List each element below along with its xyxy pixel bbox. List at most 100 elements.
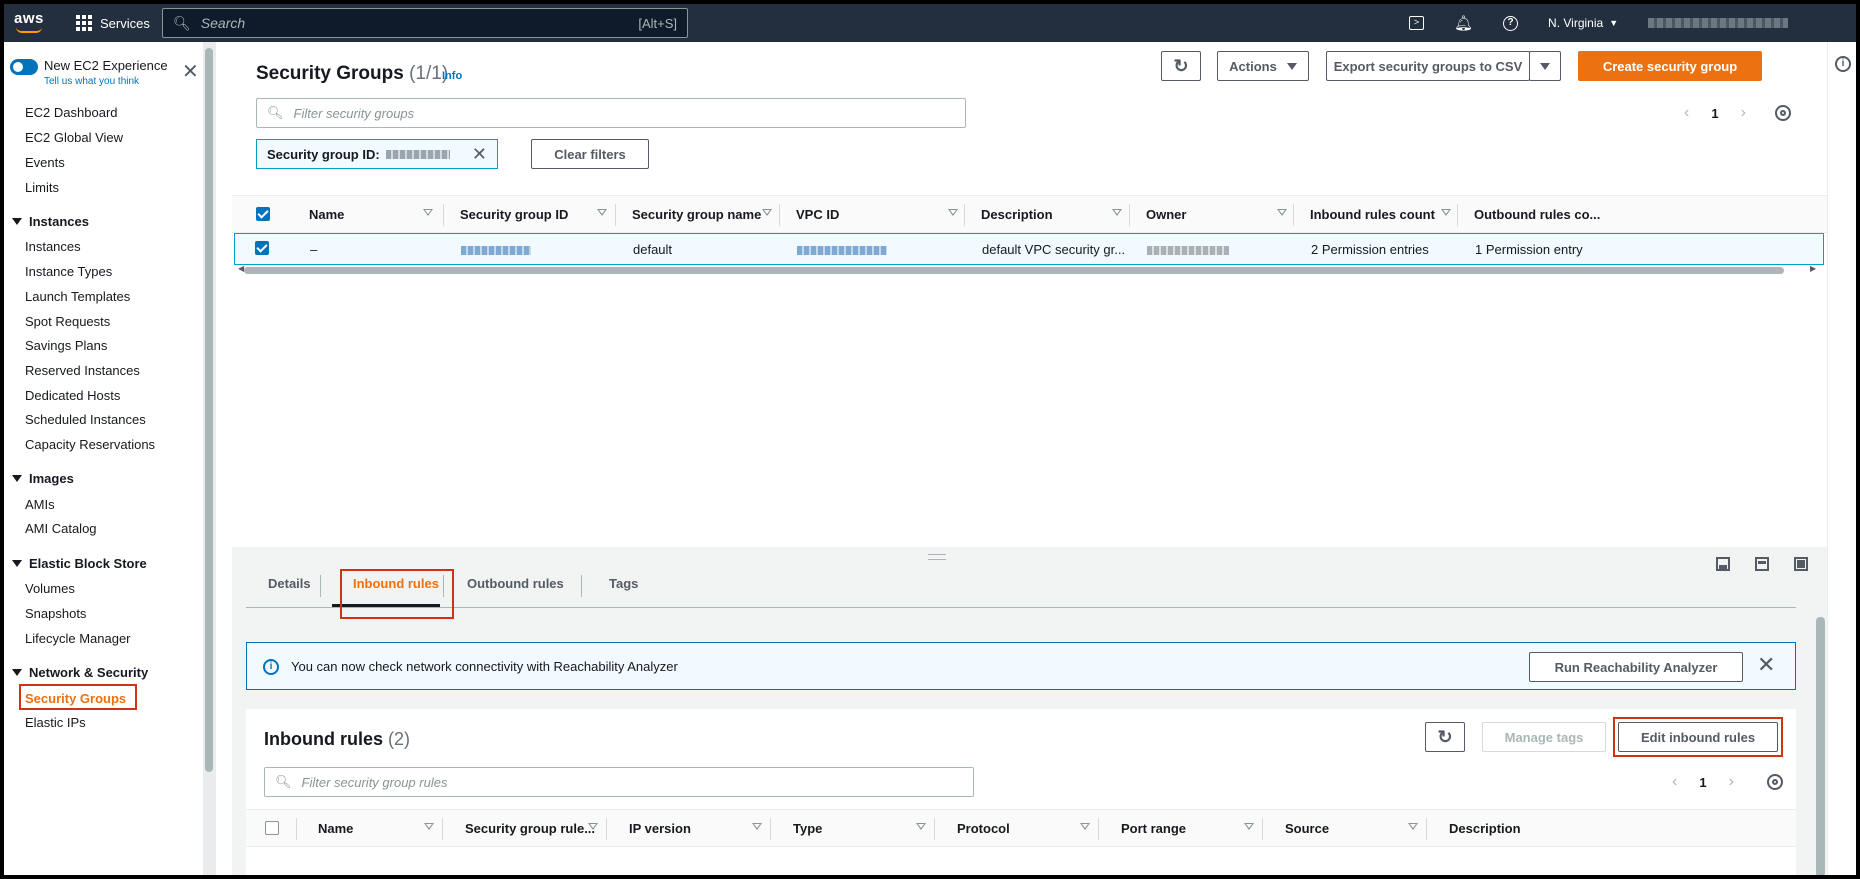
sidebar-item-spot-requests[interactable]: Spot Requests [25, 314, 110, 329]
sidebar-section-instances[interactable]: Instances [12, 214, 89, 229]
new-experience-toggle[interactable] [10, 59, 38, 75]
sidebar-scrollbar[interactable] [203, 42, 215, 875]
column-header-source[interactable]: Source [1285, 821, 1329, 836]
chevron-right-icon[interactable]: › [1729, 773, 1734, 791]
split-full-view-icon[interactable] [1794, 557, 1808, 571]
column-header-vpc-id[interactable]: VPC ID [796, 207, 839, 222]
sidebar-section-elastic-block-store[interactable]: Elastic Block Store [12, 556, 147, 571]
help-icon[interactable]: ? [1503, 15, 1519, 31]
actions-button[interactable]: Actions [1217, 51, 1309, 81]
sidebar-item-events[interactable]: Events [25, 155, 65, 170]
column-header-port-range[interactable]: Port range [1121, 821, 1186, 836]
sort-icon[interactable] [762, 209, 772, 216]
select-all-checkbox[interactable] [256, 207, 270, 221]
create-security-group-button[interactable]: Create security group [1578, 51, 1762, 81]
column-header-name[interactable]: Name [318, 821, 353, 836]
remove-filter-icon[interactable]: ✕ [472, 144, 487, 165]
clear-filters-button[interactable]: Clear filters [531, 139, 649, 169]
sidebar-item-amis[interactable]: AMIs [25, 497, 55, 512]
table-horizontal-scrollbar[interactable]: ◀ ▶ [238, 264, 1818, 276]
aws-logo[interactable]: aws [14, 10, 44, 33]
select-all-checkbox[interactable] [265, 821, 279, 835]
table-row[interactable]: – default default VPC security gr... 2 P… [234, 233, 1824, 265]
sidebar-item-volumes[interactable]: Volumes [25, 581, 75, 596]
feedback-link[interactable]: Tell us what you think [44, 76, 139, 87]
column-header-owner[interactable]: Owner [1146, 207, 1186, 222]
scrollbar-thumb[interactable] [244, 267, 1784, 274]
sidebar-section-images[interactable]: Images [12, 471, 74, 486]
column-header-description[interactable]: Description [981, 207, 1053, 222]
sidebar-item-capacity-reservations[interactable]: Capacity Reservations [25, 437, 155, 452]
scrollbar-thumb[interactable] [1816, 617, 1825, 875]
sidebar-item-ec2-dashboard[interactable]: EC2 Dashboard [25, 105, 118, 120]
sidebar-item-savings-plans[interactable]: Savings Plans [25, 338, 107, 353]
sort-icon[interactable] [1408, 823, 1418, 830]
sort-icon[interactable] [752, 823, 762, 830]
drag-handle-icon[interactable] [928, 554, 946, 560]
tab-outbound-rules[interactable]: Outbound rules [467, 572, 564, 608]
manage-tags-button[interactable]: Manage tags [1482, 722, 1606, 752]
sidebar-item-limits[interactable]: Limits [25, 180, 59, 195]
cloudshell-icon[interactable]: > [1409, 16, 1424, 30]
cell-vpc-id-redacted[interactable] [797, 242, 887, 257]
refresh-button[interactable]: ↻ [1161, 51, 1201, 81]
split-half-view-icon[interactable] [1755, 557, 1769, 571]
column-header-outbound-rules-count[interactable]: Outbound rules co... [1474, 207, 1600, 222]
refresh-button[interactable]: ↻ [1425, 722, 1465, 752]
tab-tags[interactable]: Tags [609, 572, 638, 608]
split-bottom-view-icon[interactable] [1716, 557, 1730, 571]
tab-details[interactable]: Details [268, 572, 311, 608]
sort-icon[interactable] [948, 209, 958, 216]
column-header-inbound-rules-count[interactable]: Inbound rules count [1310, 207, 1435, 222]
sort-icon[interactable] [1244, 823, 1254, 830]
sort-icon[interactable] [1080, 823, 1090, 830]
page-number[interactable]: 1 [1699, 775, 1706, 790]
sort-icon[interactable] [424, 823, 434, 830]
chevron-left-icon[interactable]: ‹ [1684, 104, 1689, 122]
info-link[interactable]: Info [442, 70, 462, 82]
split-panel-resize-handle[interactable] [232, 547, 1827, 567]
sidebar-item-lifecycle-manager[interactable]: Lifecycle Manager [25, 631, 131, 646]
column-header-security-group-rule[interactable]: Security group rule... [465, 821, 595, 836]
sidebar-item-instance-types[interactable]: Instance Types [25, 264, 112, 279]
sidebar-item-dedicated-hosts[interactable]: Dedicated Hosts [25, 388, 120, 403]
sidebar-item-elastic-ips[interactable]: Elastic IPs [25, 715, 86, 730]
sort-icon[interactable] [597, 209, 607, 216]
sort-icon[interactable] [423, 209, 433, 216]
column-header-name[interactable]: Name [309, 207, 344, 222]
sidebar-item-snapshots[interactable]: Snapshots [25, 606, 86, 621]
sort-icon[interactable] [1112, 209, 1122, 216]
column-header-security-group-id[interactable]: Security group ID [460, 207, 568, 222]
sort-icon[interactable] [588, 823, 598, 830]
row-checkbox[interactable] [255, 241, 269, 255]
scrollbar-thumb[interactable] [205, 48, 213, 772]
chevron-left-icon[interactable]: ‹ [1672, 773, 1677, 791]
sidebar-item-ami-catalog[interactable]: AMI Catalog [25, 521, 97, 536]
global-search-input[interactable]: 🔍︎ Search [Alt+S] [162, 8, 688, 38]
account-menu-redacted[interactable] [1648, 18, 1789, 28]
column-header-type[interactable]: Type [793, 821, 822, 836]
cell-security-group-id-redacted[interactable] [461, 242, 531, 257]
services-menu[interactable]: Services [76, 4, 150, 42]
sidebar-section-network-security[interactable]: Network & Security [12, 665, 148, 680]
sidebar-item-ec2-global-view[interactable]: EC2 Global View [25, 130, 123, 145]
sidebar-item-instances[interactable]: Instances [25, 239, 81, 254]
sort-icon[interactable] [916, 823, 926, 830]
export-csv-button[interactable]: Export security groups to CSV [1326, 51, 1530, 81]
details-vertical-scrollbar[interactable] [1813, 547, 1827, 875]
filter-rules-input[interactable]: 🔍︎ Filter security group rules [264, 767, 974, 797]
notifications-bell-icon[interactable]: 🔔︎ [1454, 14, 1473, 32]
close-icon[interactable]: ✕ [1757, 652, 1775, 678]
sidebar-item-launch-templates[interactable]: Launch Templates [25, 289, 130, 304]
sort-icon[interactable] [1277, 209, 1287, 216]
scroll-right-icon[interactable]: ▶ [1810, 264, 1816, 273]
region-selector[interactable]: N. Virginia ▼ [1548, 16, 1618, 30]
sidebar-item-reserved-instances[interactable]: Reserved Instances [25, 363, 140, 378]
filter-security-groups-input[interactable]: 🔍︎ Filter security groups [256, 98, 966, 128]
info-icon[interactable]: i [1835, 56, 1851, 72]
column-header-ip-version[interactable]: IP version [629, 821, 691, 836]
column-header-protocol[interactable]: Protocol [957, 821, 1010, 836]
sidebar-item-scheduled-instances[interactable]: Scheduled Instances [25, 412, 146, 427]
close-icon[interactable]: ✕ [182, 62, 199, 82]
column-header-description[interactable]: Description [1449, 821, 1521, 836]
